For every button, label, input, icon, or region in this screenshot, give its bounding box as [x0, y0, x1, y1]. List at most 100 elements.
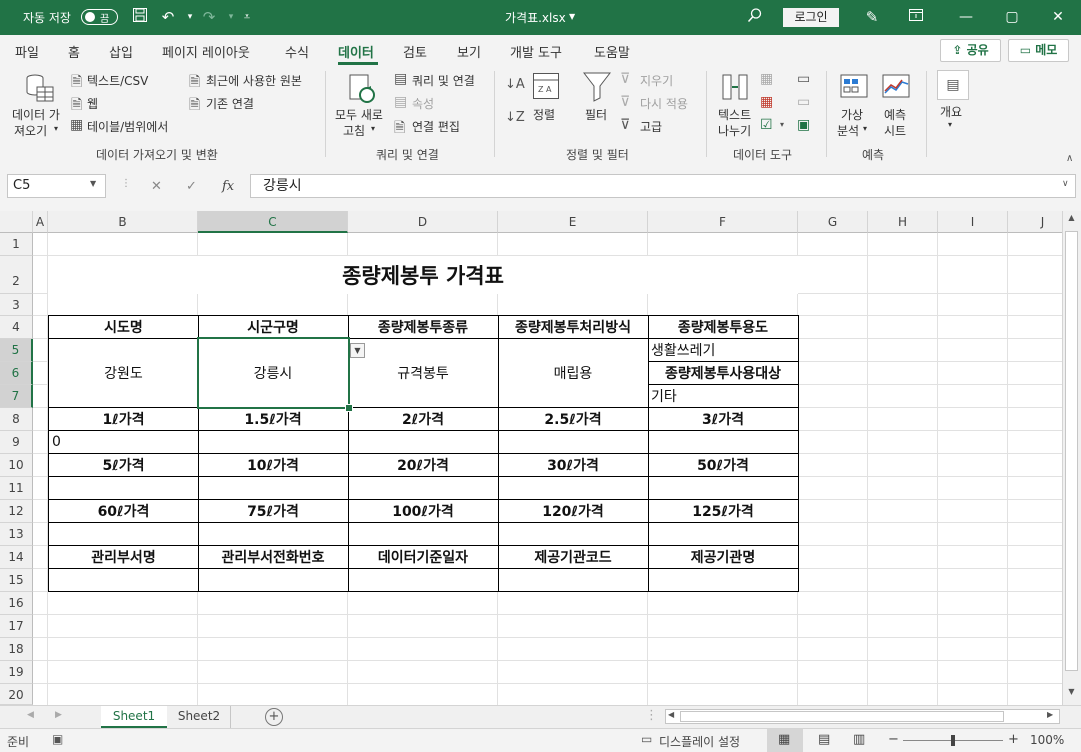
row-header[interactable]: 12 [0, 500, 33, 523]
row-header[interactable]: 17 [0, 615, 33, 638]
sheet-tab-sheet2[interactable]: Sheet2 [168, 706, 231, 728]
header-cell[interactable]: 관리부서명 [48, 545, 199, 569]
vertical-scroll-thumb[interactable] [1065, 231, 1078, 671]
scroll-left-icon[interactable]: ◀ [668, 710, 674, 719]
column-header[interactable]: I [938, 211, 1008, 233]
data-cell[interactable] [348, 430, 499, 454]
formula-input[interactable]: 강릉시 [250, 174, 1076, 198]
remove-duplicates-icon[interactable]: ▦ [760, 94, 773, 110]
tab-help[interactable]: 도움말 [594, 42, 630, 61]
column-header[interactable]: A [33, 211, 48, 233]
data-cell[interactable] [648, 430, 799, 454]
header-cell[interactable]: 종량제봉투사용대상 [648, 361, 799, 385]
pen-icon[interactable]: ✎ [862, 7, 882, 27]
tab-home[interactable]: 홈 [68, 42, 80, 61]
ribbon-display-icon[interactable] [893, 0, 939, 35]
data-cell[interactable]: 규격봉투 [348, 338, 499, 408]
customize-toolbar-icon[interactable]: ⩡ [237, 7, 257, 27]
horizontal-scrollbar[interactable]: ◀ ▶ [665, 709, 1060, 724]
header-cell[interactable]: 데이터기준일자 [348, 545, 499, 569]
chevron-down-icon[interactable]: ▾ [780, 120, 784, 129]
data-cell[interactable] [498, 568, 649, 592]
data-cell[interactable]: 기타 [648, 384, 799, 408]
header-cell[interactable]: 75ℓ가격 [198, 499, 349, 523]
tab-review[interactable]: 검토 [403, 42, 427, 61]
sheet-title[interactable]: 종량제봉투 가격표 [48, 256, 798, 294]
tab-insert[interactable]: 삽입 [109, 42, 133, 61]
display-settings-icon[interactable]: ▭ [641, 732, 652, 746]
row-header[interactable]: 10 [0, 454, 33, 477]
tab-view[interactable]: 보기 [457, 42, 481, 61]
data-cell[interactable] [348, 522, 499, 546]
row-header[interactable]: 16 [0, 592, 33, 615]
worksheet-grid[interactable]: A B C D E F G H I J 1 2 3 4 5 6 7 8 9 10… [0, 211, 1062, 705]
zoom-out-icon[interactable]: − [888, 732, 899, 747]
autosave-toggle[interactable]: 끔 [81, 9, 118, 25]
data-cell[interactable] [198, 430, 349, 454]
data-cell[interactable] [198, 476, 349, 500]
header-cell[interactable]: 60ℓ가격 [48, 499, 199, 523]
recent-sources-button[interactable]: 최근에 사용한 원본 [206, 72, 302, 89]
existing-connections-button[interactable]: 기존 연결 [206, 95, 254, 112]
row-header[interactable]: 4 [0, 316, 33, 339]
data-cell[interactable]: 0 [48, 430, 199, 454]
select-all-corner[interactable] [0, 211, 33, 233]
insert-function-icon[interactable]: fx [222, 179, 234, 194]
data-cell[interactable] [498, 430, 649, 454]
reapply-button[interactable]: 다시 적용 [640, 95, 688, 112]
properties-button[interactable]: 속성 [412, 95, 434, 112]
row-header[interactable]: 5 [0, 339, 33, 362]
header-cell[interactable]: 3ℓ가격 [648, 407, 799, 431]
header-cell[interactable]: 1ℓ가격 [48, 407, 199, 431]
tab-formulas[interactable]: 수식 [285, 42, 309, 61]
data-cell[interactable] [348, 568, 499, 592]
header-cell[interactable]: 2.5ℓ가격 [498, 407, 649, 431]
next-sheet-icon[interactable]: ▶ [55, 710, 62, 720]
consolidate-icon[interactable]: ▭ [797, 71, 810, 87]
page-break-view-icon[interactable]: ▥ [853, 732, 865, 747]
data-cell[interactable] [498, 522, 649, 546]
prev-sheet-icon[interactable]: ◀ [27, 710, 34, 720]
tab-developer[interactable]: 개발 도구 [510, 42, 562, 61]
share-button[interactable]: ⇪ 공유 [940, 39, 1001, 62]
sheet-tab-sheet1[interactable]: Sheet1 [101, 706, 167, 728]
row-header[interactable]: 18 [0, 638, 33, 661]
save-icon[interactable] [130, 7, 150, 27]
data-cell[interactable] [648, 476, 799, 500]
data-cell[interactable] [498, 476, 649, 500]
enter-icon[interactable]: ✓ [186, 179, 197, 194]
header-cell[interactable]: 50ℓ가격 [648, 453, 799, 477]
row-header[interactable]: 3 [0, 294, 33, 316]
row-header[interactable]: 8 [0, 408, 33, 431]
undo-icon[interactable]: ↶ [158, 7, 178, 27]
header-cell[interactable]: 100ℓ가격 [348, 499, 499, 523]
tab-data[interactable]: 데이터 [338, 42, 374, 61]
add-sheet-icon[interactable]: + [265, 708, 283, 726]
search-icon[interactable] [745, 7, 765, 27]
comments-button[interactable]: ▭ 메모 [1008, 39, 1069, 62]
data-cell[interactable] [648, 522, 799, 546]
header-cell[interactable]: 시군구명 [198, 315, 349, 339]
row-header[interactable]: 15 [0, 569, 33, 592]
column-header[interactable]: F [648, 211, 798, 233]
header-cell[interactable]: 5ℓ가격 [48, 453, 199, 477]
login-button[interactable]: 로그인 [783, 8, 839, 27]
header-cell[interactable]: 125ℓ가격 [648, 499, 799, 523]
column-header[interactable]: H [868, 211, 938, 233]
from-text-csv-button[interactable]: 텍스트/CSV [87, 72, 148, 89]
column-header[interactable]: B [48, 211, 198, 233]
data-cell[interactable] [198, 568, 349, 592]
data-cell[interactable] [198, 522, 349, 546]
fill-handle[interactable] [345, 404, 353, 412]
close-button[interactable]: ✕ [1035, 0, 1081, 35]
data-cell[interactable] [48, 476, 199, 500]
title-chevron-icon[interactable]: ▼ [569, 12, 575, 21]
vertical-scrollbar[interactable]: ▲ ▼ [1062, 211, 1081, 705]
row-header[interactable]: 19 [0, 661, 33, 684]
tab-page-layout[interactable]: 페이지 레이아웃 [162, 42, 250, 61]
header-cell[interactable]: 30ℓ가격 [498, 453, 649, 477]
row-header[interactable]: 13 [0, 523, 33, 546]
header-cell[interactable]: 20ℓ가격 [348, 453, 499, 477]
data-cell[interactable] [48, 568, 199, 592]
maximize-button[interactable]: ▢ [989, 0, 1035, 35]
